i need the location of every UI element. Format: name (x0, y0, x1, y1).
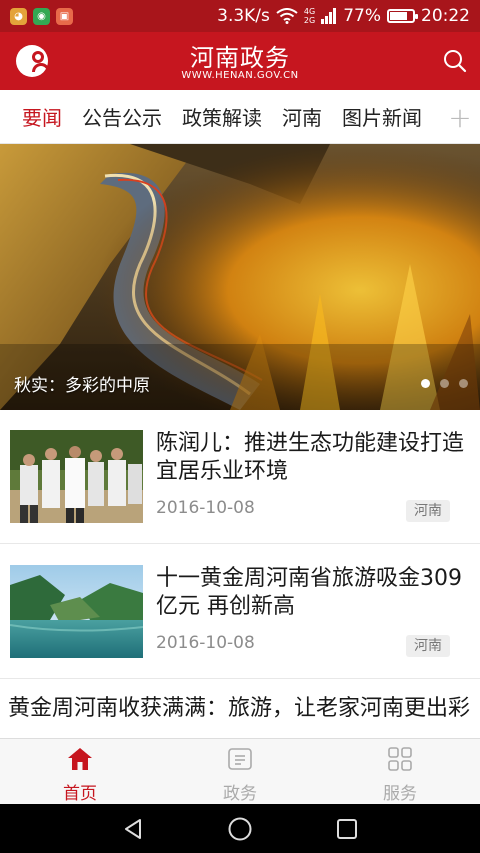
status-bar: ◕ ◉ ▣ 3.3K/s 4G 2G 77% 20:22 (0, 0, 480, 32)
news-title: 十一黄金周河南省旅游吸金309亿元 再创新高 (156, 566, 462, 619)
tab-henan[interactable]: 河南 (282, 102, 322, 131)
wechat-notification-icon: ◉ (33, 7, 50, 25)
nav-government[interactable]: 政务 (160, 739, 320, 804)
notification-icons: ◕ ◉ ▣ (10, 7, 73, 25)
carousel-indicator (421, 379, 468, 388)
home-icon (68, 748, 92, 770)
search-icon[interactable] (442, 48, 468, 74)
add-tab-button[interactable]: + (440, 90, 480, 143)
signal-icon (321, 8, 337, 24)
wifi-icon (276, 8, 298, 24)
news-region-tag: 河南 (406, 635, 450, 657)
news-title: 黄金周河南收获满满：旅游，让老家河南更出彩 (8, 696, 471, 721)
banner-caption: 秋实：多彩的中原 (14, 376, 150, 396)
news-list-item[interactable]: 陈润儿：推进生态功能建设打造宜居乐业环境 2016-10-08 河南 (0, 410, 480, 544)
nav-services-label: 服务 (383, 784, 417, 804)
battery-percent: 77% (343, 6, 381, 26)
news-list-item[interactable]: 黄金周河南收获满满：旅游，让老家河南更出彩 (0, 680, 480, 738)
nav-home[interactable]: 首页 (0, 739, 160, 804)
back-icon[interactable] (121, 817, 145, 841)
battery-icon (387, 9, 418, 23)
image-notification-icon: ▣ (56, 7, 73, 25)
clock: 20:22 (421, 6, 470, 26)
app-notification-icon: ◕ (10, 7, 27, 25)
nav-services[interactable]: 服务 (320, 739, 480, 804)
tab-gonggao[interactable]: 公告公示 (82, 102, 162, 131)
nav-home-label: 首页 (63, 784, 97, 804)
news-list-item[interactable]: 十一黄金周河南省旅游吸金309亿元 再创新高 2016-10-08 河南 (0, 545, 480, 679)
news-thumbnail (10, 565, 143, 658)
app-header: 河南政务 WWW.HENAN.GOV.CN (0, 32, 480, 90)
category-tab-bar: 要闻 公告公示 政策解读 河南 图片新闻 + (0, 90, 480, 144)
home-button-icon[interactable] (227, 816, 253, 842)
app-title: 河南政务 (190, 44, 290, 72)
app-subtitle: WWW.HENAN.GOV.CN (181, 70, 299, 81)
document-icon (228, 748, 252, 770)
news-region-tag: 河南 (406, 500, 450, 522)
recents-icon[interactable] (335, 817, 359, 841)
system-navigation-bar (0, 804, 480, 853)
carousel-dot[interactable] (440, 379, 449, 388)
plus-icon: + (448, 100, 472, 134)
news-date: 2016-10-08 (156, 633, 255, 653)
news-date: 2016-10-08 (156, 498, 255, 518)
category-tabs: 要闻 公告公示 政策解读 河南 图片新闻 (0, 90, 440, 143)
tab-yaowen[interactable]: 要闻 (22, 102, 62, 131)
network-speed: 3.3K/s (217, 6, 270, 26)
bottom-navigation: 首页 政务 服务 (0, 738, 480, 804)
carousel-dot[interactable] (421, 379, 430, 388)
news-thumbnail (10, 430, 143, 523)
nav-government-label: 政务 (223, 784, 257, 804)
carousel-dot[interactable] (459, 379, 468, 388)
banner-carousel[interactable]: 秋实：多彩的中原 (0, 144, 480, 410)
tab-tupian[interactable]: 图片新闻 (342, 102, 422, 131)
network-type: 4G 2G (303, 7, 316, 25)
tab-zhengce[interactable]: 政策解读 (182, 102, 262, 131)
grid-icon (388, 747, 412, 771)
news-title: 陈润儿：推进生态功能建设打造宜居乐业环境 (156, 431, 465, 484)
